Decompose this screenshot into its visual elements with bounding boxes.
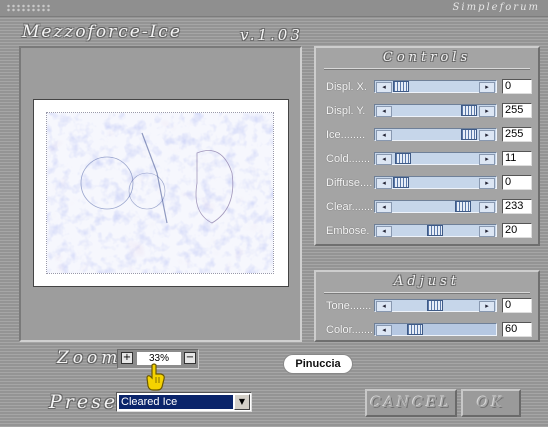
slider-label: Displ. Y. (326, 105, 366, 117)
arrow-left-icon[interactable]: ◂ (376, 82, 392, 93)
adjust-title: Adjust (393, 274, 460, 289)
slider-track[interactable]: ◂ ▸ (374, 299, 497, 312)
slider-label: Diffuse.... (326, 177, 373, 189)
app-title: Mezzoforce-Ice (22, 22, 182, 42)
arrow-right-icon[interactable]: ▸ (479, 130, 495, 141)
controls-title: Controls (382, 50, 472, 65)
drag-grip-icon[interactable] (6, 4, 50, 12)
arrow-left-icon[interactable]: ◂ (376, 130, 392, 141)
cancel-button[interactable]: CANCEL (365, 389, 457, 417)
arrow-left-icon[interactable]: ◂ (376, 106, 392, 117)
slider-row-diffuse: Diffuse.... ◂ ▸ 0 (316, 175, 538, 191)
slider-thumb[interactable] (427, 300, 443, 311)
preview-image[interactable] (33, 99, 289, 287)
arrow-right-icon[interactable]: ▸ (479, 178, 495, 189)
slider-thumb[interactable] (461, 129, 477, 140)
zoom-in-button[interactable]: + (121, 352, 133, 364)
brand-label: Simpleforum (452, 2, 540, 13)
slider-track[interactable]: ◂ ▸ (374, 176, 497, 189)
arrow-right-icon[interactable]: ▸ (479, 226, 495, 237)
arrow-right-icon[interactable]: ▸ (479, 82, 495, 93)
arrow-left-icon[interactable]: ◂ (376, 301, 392, 312)
controls-divider (324, 68, 530, 70)
preset-select[interactable]: Cleared Ice ▼ (116, 392, 252, 412)
preview-artwork (46, 112, 274, 274)
value-field[interactable]: 255 (502, 103, 532, 118)
hand-cursor-icon (146, 363, 165, 391)
slider-label: Cold....... (326, 153, 371, 165)
slider-label: Embose. (326, 225, 370, 237)
slider-thumb[interactable] (407, 324, 423, 335)
slider-label: Ice........ (326, 129, 366, 141)
slider-row-embose: Embose. ◂ ▸ 20 (316, 223, 538, 239)
controls-group: Controls Displ. X. ◂ ▸ 0 Displ. Y. ◂ ▸ 2… (314, 46, 540, 246)
slider-thumb[interactable] (393, 81, 409, 92)
value-field[interactable]: 11 (502, 151, 532, 166)
slider-thumb[interactable] (395, 153, 411, 164)
slider-label: Tone....... (326, 300, 372, 312)
slider-track[interactable]: ◂ (374, 323, 497, 336)
arrow-right-icon[interactable]: ▸ (479, 202, 495, 213)
slider-row-displ-y: Displ. Y. ◂ ▸ 255 (316, 103, 538, 119)
slider-row-tone: Tone....... ◂ ▸ 0 (316, 298, 538, 314)
slider-row-color: Color....... ◂ 60 (316, 322, 538, 338)
arrow-left-icon[interactable]: ◂ (376, 226, 392, 237)
arrow-right-icon[interactable]: ▸ (479, 154, 495, 165)
value-field[interactable]: 233 (502, 199, 532, 214)
adjust-divider (324, 292, 530, 294)
adjust-group: Adjust Tone....... ◂ ▸ 0 Color....... ◂ … (314, 270, 540, 342)
slider-row-ice: Ice........ ◂ ▸ 255 (316, 127, 538, 143)
slider-label: Displ. X. (326, 81, 367, 93)
zoom-out-button[interactable]: − (184, 352, 196, 364)
slider-track[interactable]: ◂ ▸ (374, 128, 497, 141)
slider-track[interactable]: ◂ ▸ (374, 224, 497, 237)
ok-button[interactable]: OK (461, 389, 521, 417)
slider-track[interactable]: ◂ ▸ (374, 80, 497, 93)
arrow-left-icon[interactable]: ◂ (376, 202, 392, 213)
value-field[interactable]: 0 (502, 175, 532, 190)
arrow-left-icon[interactable]: ◂ (376, 325, 392, 336)
zoom-label: Zoom (57, 348, 122, 368)
slider-track[interactable]: ◂ ▸ (374, 152, 497, 165)
arrow-left-icon[interactable]: ◂ (376, 178, 392, 189)
value-field[interactable]: 0 (502, 298, 532, 313)
slider-row-displ-x: Displ. X. ◂ ▸ 0 (316, 79, 538, 95)
slider-thumb[interactable] (393, 177, 409, 188)
slider-thumb[interactable] (461, 105, 477, 116)
version-label: v.1.03 (240, 26, 303, 44)
slider-track[interactable]: ◂ ▸ (374, 104, 497, 117)
value-field[interactable]: 255 (502, 127, 532, 142)
slider-track[interactable]: ◂ ▸ (374, 200, 497, 213)
value-field[interactable]: 60 (502, 322, 532, 337)
slider-thumb[interactable] (427, 225, 443, 236)
value-field[interactable]: 20 (502, 223, 532, 238)
preset-selected-value: Cleared Ice (119, 395, 233, 409)
slider-thumb[interactable] (455, 201, 471, 212)
chevron-down-icon[interactable]: ▼ (234, 394, 250, 410)
author-badge: Pinuccia (284, 355, 352, 373)
arrow-left-icon[interactable]: ◂ (376, 154, 392, 165)
slider-label: Color....... (326, 324, 374, 336)
slider-row-cold: Cold....... ◂ ▸ 11 (316, 151, 538, 167)
value-field[interactable]: 0 (502, 79, 532, 94)
arrow-right-icon[interactable]: ▸ (479, 106, 495, 117)
arrow-right-icon[interactable]: ▸ (479, 301, 495, 312)
slider-label: Clear....... (326, 201, 374, 213)
slider-row-clear: Clear....... ◂ ▸ 233 (316, 199, 538, 215)
